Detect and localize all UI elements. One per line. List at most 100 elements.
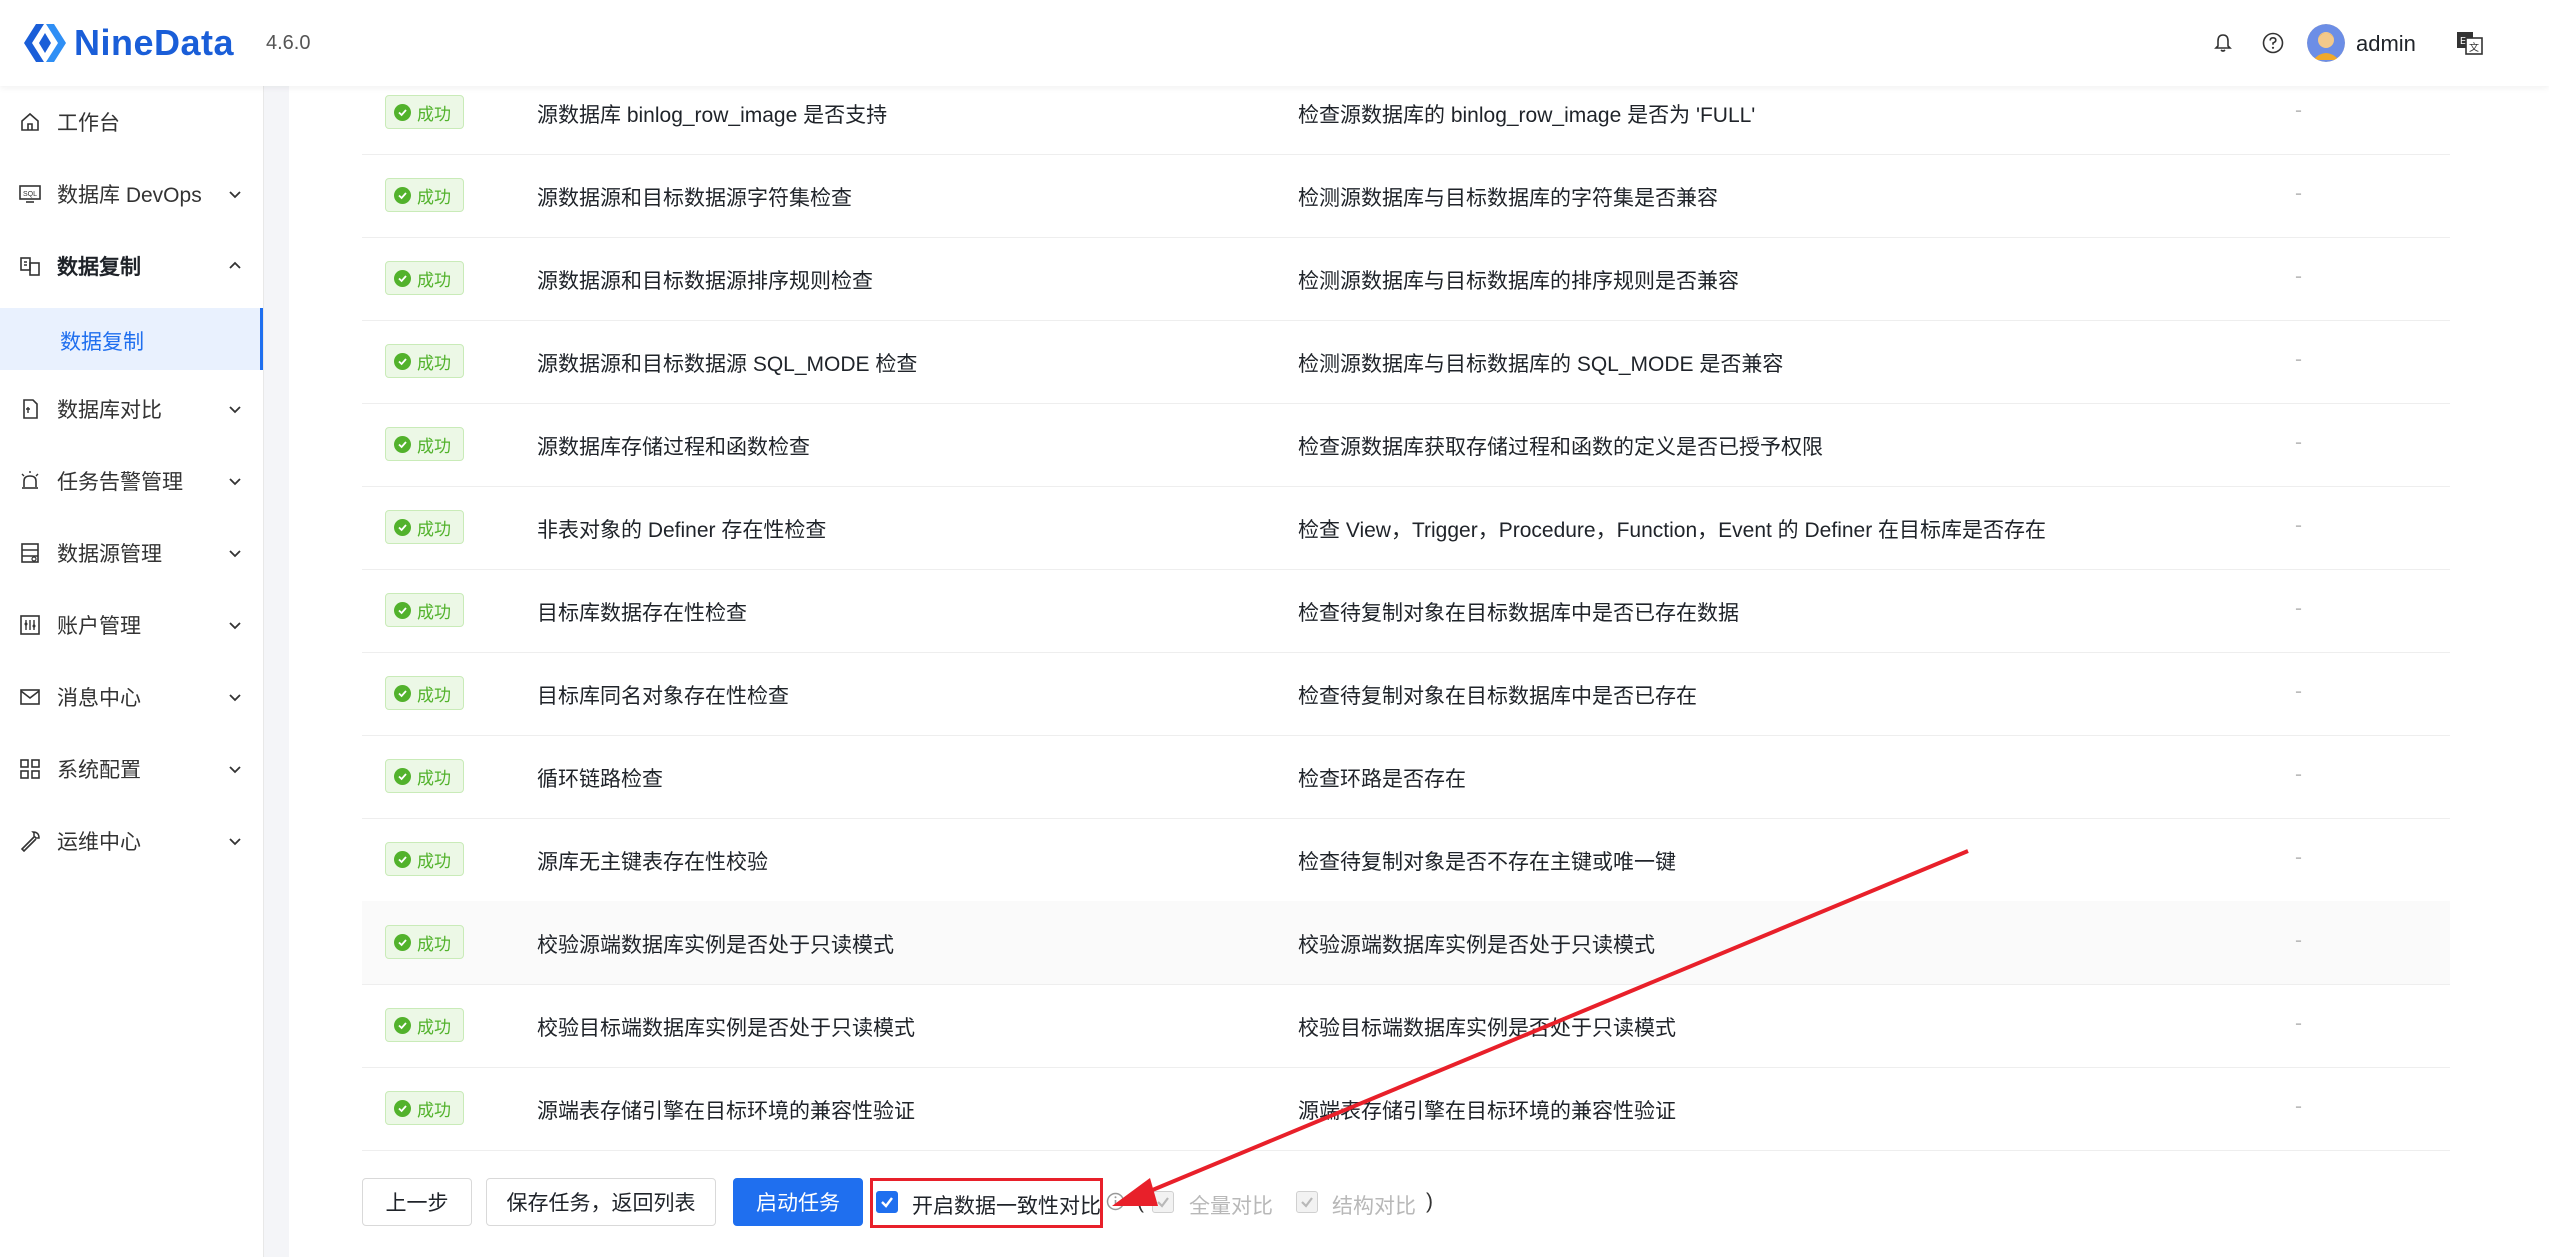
paren-close: )	[1426, 1190, 1433, 1213]
sidebar-item-db-compare[interactable]: 数据库对比	[0, 373, 263, 445]
check-result: -	[2295, 929, 2302, 952]
status-label: 成功	[417, 436, 451, 456]
sidebar-item-task-alarm[interactable]: 任务告警管理	[0, 445, 263, 517]
success-check-icon	[394, 684, 411, 702]
sidebar-item-account[interactable]: 账户管理	[0, 589, 263, 661]
check-name: 校验目标端数据库实例是否处于只读模式	[537, 1017, 915, 1040]
check-result: -	[2295, 348, 2302, 371]
success-check-icon	[394, 269, 411, 287]
chevron-down-icon	[229, 766, 241, 774]
check-result: -	[2295, 1095, 2302, 1118]
sidebar-item-label: 工作台	[57, 112, 120, 135]
status-label: 成功	[417, 1017, 451, 1037]
sidebar-item-label: 数据源管理	[57, 543, 162, 566]
table-row: 成功 源数据源和目标数据源排序规则检查 检测源数据库与目标数据库的排序规则是否兼容 -	[362, 237, 2450, 321]
success-check-icon	[394, 933, 411, 951]
full-compare-label: 全量对比	[1189, 1195, 1273, 1218]
table-row: 成功 校验目标端数据库实例是否处于只读模式 校验目标端数据库实例是否处于只读模式 -	[362, 984, 2450, 1068]
grid-icon	[18, 757, 42, 781]
sidebar-item-label: 数据复制	[57, 256, 141, 279]
status-label: 成功	[417, 270, 451, 290]
table-row: 成功 源库无主键表存在性校验 检查待复制对象是否不存在主键或唯一键 -	[362, 818, 2450, 902]
avatar[interactable]	[2307, 24, 2345, 62]
status-badge: 成功	[385, 178, 464, 212]
check-description: 检查源数据库的 binlog_row_image 是否为 'FULL'	[1298, 104, 1756, 127]
table-row: 成功 校验源端数据库实例是否处于只读模式 校验源端数据库实例是否处于只读模式 -	[362, 901, 2450, 985]
table-row: 成功 源数据库存储过程和函数检查 检查源数据库获取存储过程和函数的定义是否已授予权限…	[362, 403, 2450, 487]
start-task-button[interactable]: 启动任务	[733, 1178, 863, 1226]
sidebar-item-ops-center[interactable]: 运维中心	[0, 805, 263, 877]
chevron-down-icon	[229, 550, 241, 558]
sidebar-item-datasource[interactable]: 数据源管理	[0, 517, 263, 589]
ninedata-logo[interactable]: NineData	[22, 18, 234, 68]
language-switch-icon[interactable]: En文	[2455, 28, 2485, 58]
status-label: 成功	[417, 104, 451, 124]
check-icon	[1157, 1197, 1169, 1208]
paren-open: (	[1137, 1190, 1144, 1213]
brand-name: NineData	[74, 22, 235, 63]
mail-icon	[18, 685, 42, 709]
check-result: -	[2295, 182, 2302, 205]
wrench-icon	[18, 829, 42, 853]
sidebar-item-label: 系统配置	[57, 759, 141, 782]
structure-compare-label: 结构对比	[1332, 1195, 1416, 1218]
status-label: 成功	[417, 934, 451, 954]
datasource-icon	[18, 541, 42, 565]
sidebar-item-label: 消息中心	[57, 687, 141, 710]
main-content: 成功 源数据库 binlog_row_image 是否支持 检查源数据库的 binl…	[289, 86, 2549, 1257]
check-description: 校验源端数据库实例是否处于只读模式	[1298, 934, 1655, 957]
check-description: 检查待复制对象是否不存在主键或唯一键	[1298, 851, 1676, 874]
success-check-icon	[394, 435, 411, 453]
save-and-return-button[interactable]: 保存任务，返回列表	[486, 1178, 716, 1226]
sidebar-item-system-config[interactable]: 系统配置	[0, 733, 263, 805]
table-row: 成功 非表对象的 Definer 存在性检查 检查 View，Trigger，Pro…	[362, 486, 2450, 570]
info-icon[interactable]	[1106, 1192, 1125, 1211]
full-compare-checkbox[interactable]	[1152, 1191, 1174, 1213]
sidebar-subitem-replication[interactable]: 数据复制	[0, 308, 263, 370]
success-check-icon	[394, 850, 411, 868]
check-name: 非表对象的 Definer 存在性检查	[537, 519, 827, 542]
status-badge: 成功	[385, 1091, 464, 1125]
check-result: -	[2295, 265, 2302, 288]
status-badge: 成功	[385, 925, 464, 959]
svg-text:文: 文	[2469, 41, 2479, 54]
sidebar-item-messages[interactable]: 消息中心	[0, 661, 263, 733]
check-name: 源端表存储引擎在目标环境的兼容性验证	[537, 1100, 915, 1123]
status-badge: 成功	[385, 759, 464, 793]
version-label: 4.6.0	[266, 32, 311, 54]
sidebar-item-label: 账户管理	[57, 615, 141, 638]
sidebar-item-label: 任务告警管理	[57, 471, 183, 494]
check-description: 检查源数据库获取存储过程和函数的定义是否已授予权限	[1298, 436, 1823, 459]
status-badge: 成功	[385, 593, 464, 627]
structure-compare-checkbox[interactable]	[1296, 1191, 1318, 1213]
status-label: 成功	[417, 519, 451, 539]
check-name: 循环链路检查	[537, 768, 663, 791]
table-row: 成功 源数据源和目标数据源字符集检查 检测源数据库与目标数据库的字符集是否兼容 -	[362, 154, 2450, 238]
status-badge: 成功	[385, 261, 464, 295]
status-badge: 成功	[385, 344, 464, 378]
check-name: 源数据源和目标数据源 SQL_MODE 检查	[537, 353, 918, 376]
success-check-icon	[394, 767, 411, 785]
annotation-highlight-box	[870, 1178, 1103, 1228]
ninedata-logo-icon	[24, 24, 66, 62]
sidebar-item-workbench[interactable]: 工作台	[0, 86, 263, 158]
check-name: 目标库数据存在性检查	[537, 602, 747, 625]
username[interactable]: admin	[2356, 31, 2416, 57]
sidebar-item-replication[interactable]: 数据复制	[0, 230, 263, 302]
status-label: 成功	[417, 685, 451, 705]
check-result: -	[2295, 846, 2302, 869]
check-result: -	[2295, 99, 2302, 122]
sidebar: 工作台 SQL 数据库 DevOps 数据复制 数据复制 数据库对比 任务告警管…	[0, 86, 264, 1257]
status-label: 成功	[417, 353, 451, 373]
sidebar-item-devops[interactable]: SQL 数据库 DevOps	[0, 158, 263, 230]
alarm-icon	[18, 469, 42, 493]
previous-step-button[interactable]: 上一步	[362, 1178, 472, 1226]
success-check-icon	[394, 601, 411, 619]
check-result: -	[2295, 597, 2302, 620]
check-icon	[1301, 1197, 1313, 1208]
check-description: 校验目标端数据库实例是否处于只读模式	[1298, 1017, 1676, 1040]
help-icon[interactable]	[2258, 28, 2288, 58]
check-name: 目标库同名对象存在性检查	[537, 685, 789, 708]
chevron-down-icon	[229, 694, 241, 702]
bell-icon[interactable]	[2208, 28, 2238, 58]
